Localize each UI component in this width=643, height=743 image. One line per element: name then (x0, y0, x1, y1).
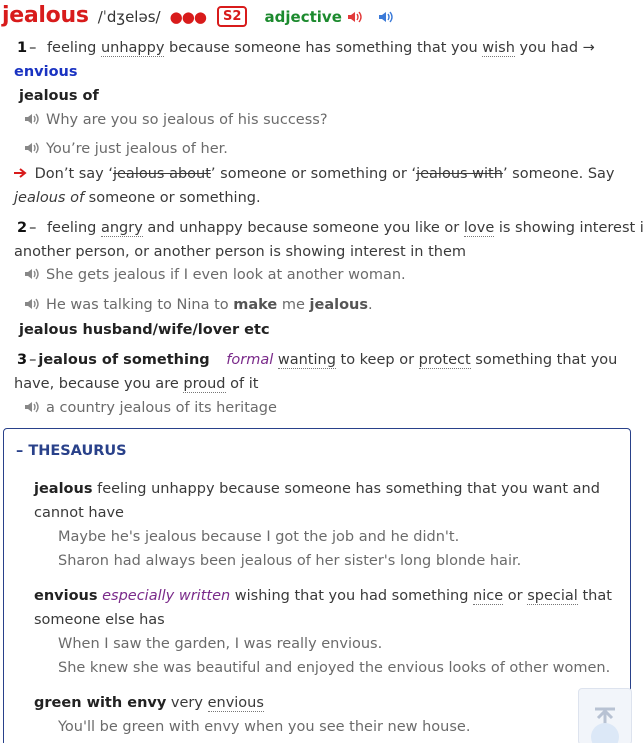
sense-3-definition: 3– jealous of something formal wanting to… (17, 352, 618, 369)
scroll-to-top-button[interactable] (578, 688, 632, 743)
part-of-speech: adjective (264, 8, 342, 26)
headword: jealous (2, 3, 89, 28)
example-sentence[interactable]: a country jealous of its heritage (24, 397, 277, 421)
sense-3-definition-line2: have, because you are proud of it (14, 376, 259, 393)
link-proud[interactable]: proud (183, 376, 226, 393)
usage-note-line2: jealous of someone or something. (14, 190, 261, 206)
usage-note: Don’t say ‘jealous about’ someone or som… (14, 162, 615, 186)
speaker-blue-icon[interactable] (378, 9, 394, 28)
thesaurus-example: Sharon had always been jealous of her si… (58, 553, 522, 569)
sense-1-xref[interactable]: envious (14, 60, 78, 84)
sense-1-collocation: jealous of (19, 88, 99, 104)
link-nice[interactable]: nice (473, 588, 504, 605)
thesaurus-box: – THESAURUS jealous feeling unhappy beca… (3, 428, 631, 743)
thesaurus-entry-line2: cannot have (34, 505, 124, 521)
example-sentence[interactable]: He was talking to Nina to make me jealou… (24, 294, 373, 318)
pronunciation: /ˈdʒeləs/ (97, 8, 161, 26)
sense-1-definition: 1– feeling unhappy because someone has s… (17, 40, 595, 57)
sense-2-collocation: jealous husband/wife/lover etc (19, 322, 270, 338)
thesaurus-entry: jealous feeling unhappy because someone … (34, 481, 600, 497)
link-angry[interactable]: angry (100, 220, 143, 237)
level-badge: S2 (217, 6, 248, 27)
collapse-toggle[interactable]: – (16, 443, 23, 459)
speaker-icon[interactable] (24, 296, 40, 318)
arrow-up-icon (591, 707, 619, 743)
link-envious[interactable]: envious (207, 695, 264, 712)
speaker-icon[interactable] (24, 399, 40, 421)
thesaurus-example: When I saw the garden, I was really envi… (58, 636, 383, 652)
link-wish[interactable]: wish (482, 40, 515, 57)
thesaurus-entry-line2: someone else has (34, 612, 165, 628)
thesaurus-entry: green with envy very envious (34, 695, 264, 712)
speaker-red-icon[interactable] (347, 9, 363, 28)
sense-2-definition: 2– feeling angry and unhappy because som… (17, 220, 643, 237)
example-sentence[interactable]: She gets jealous if I even look at anoth… (24, 264, 406, 288)
link-love[interactable]: love (463, 220, 495, 237)
entry-header: jealous /ˈdʒeləs/ ●●● S2 adjective (2, 3, 394, 37)
link-wanting[interactable]: wanting (277, 352, 336, 369)
example-sentence[interactable]: Why are you so jealous of his success? (24, 109, 328, 133)
thesaurus-example: She knew she was beautiful and enjoyed t… (58, 660, 611, 676)
link-protect[interactable]: protect (418, 352, 471, 369)
usage-note-icon (14, 166, 30, 182)
speaker-icon[interactable] (24, 266, 40, 288)
thesaurus-entry: envious especially written wishing that … (34, 588, 612, 605)
link-special[interactable]: special (527, 588, 578, 605)
thesaurus-example: You'll be green with envy when you see t… (58, 719, 471, 735)
speaker-icon[interactable] (24, 111, 40, 133)
dictionary-entry: jealous /ˈdʒeləs/ ●●● S2 adjective 1– fe… (0, 0, 643, 743)
thesaurus-example: Maybe he's jealous because I got the job… (58, 529, 460, 545)
speaker-icon[interactable] (24, 140, 40, 162)
example-sentence[interactable]: You’re just jealous of her. (24, 138, 228, 162)
frequency-dots: ●●● (169, 8, 207, 26)
thesaurus-title[interactable]: – THESAURUS (16, 443, 127, 459)
sense-2-definition-line2: another person, or another person is sho… (14, 244, 466, 260)
link-unhappy[interactable]: unhappy (100, 40, 165, 57)
